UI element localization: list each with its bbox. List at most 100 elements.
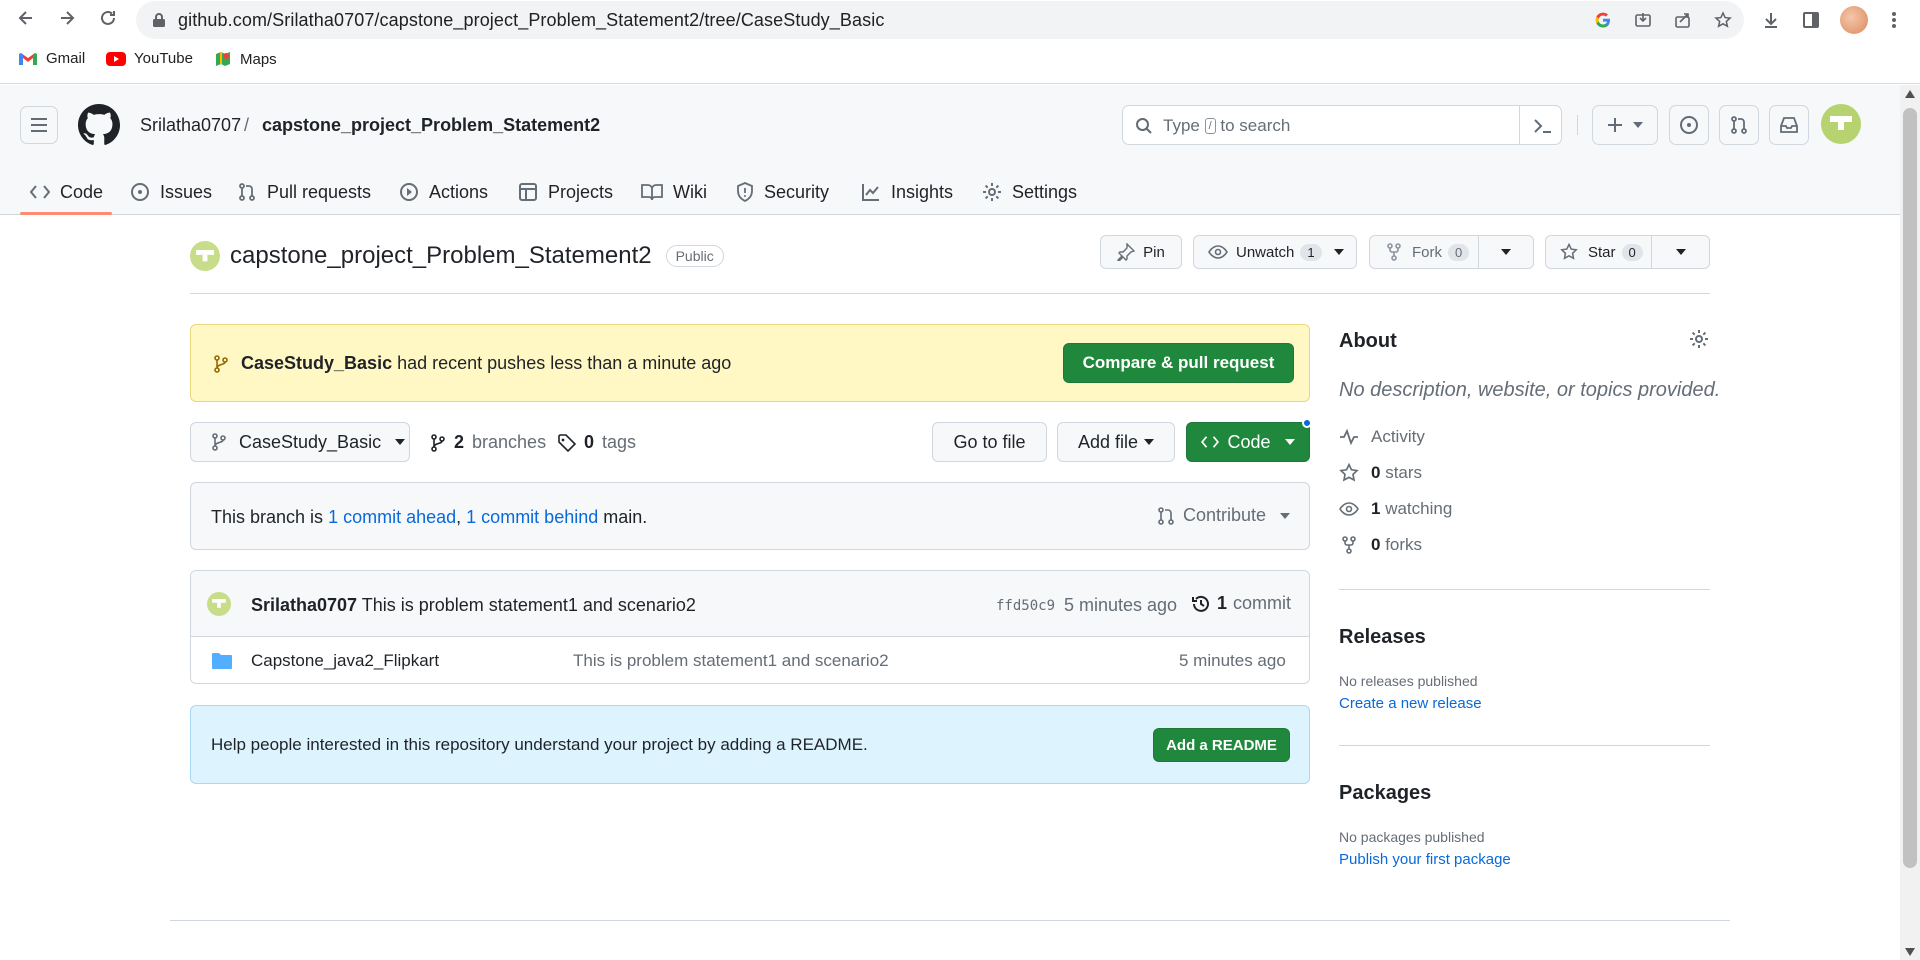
search-input[interactable]: Type / to search: [1122, 105, 1562, 145]
stars-link[interactable]: 0 stars: [1339, 463, 1422, 483]
file-name-link[interactable]: Capstone_java2_Flipkart: [251, 651, 439, 671]
google-icon[interactable]: [1592, 9, 1614, 31]
forks-link[interactable]: 0 forks: [1339, 535, 1422, 555]
add-file-button[interactable]: Add file: [1057, 422, 1175, 462]
branches-label: branches: [472, 432, 547, 452]
branches-link[interactable]: 2 branches: [430, 432, 546, 453]
star-button[interactable]: Star 0: [1545, 235, 1652, 269]
star-icon: [1339, 463, 1359, 482]
scroll-up-icon[interactable]: [1905, 90, 1915, 98]
tab-wiki[interactable]: Wiki: [641, 169, 707, 215]
create-new-button[interactable]: [1592, 105, 1658, 145]
code-icon: [30, 185, 50, 199]
scrollbar-thumb[interactable]: [1903, 108, 1917, 868]
add-readme-button[interactable]: Add a README: [1153, 728, 1290, 762]
go-to-file-button[interactable]: Go to file: [932, 422, 1047, 462]
create-release-link[interactable]: Create a new release: [1339, 695, 1482, 712]
plus-icon: [1608, 118, 1622, 132]
breadcrumb-owner[interactable]: Srilatha0707: [140, 115, 241, 136]
star-label: Star: [1588, 243, 1616, 261]
branch-selector[interactable]: CaseStudy_Basic: [190, 422, 410, 462]
tab-insights[interactable]: Insights: [861, 169, 953, 215]
releases-title[interactable]: Releases: [1339, 626, 1426, 649]
branch-compare-box: This branch is 1 commit ahead, 1 commit …: [190, 482, 1310, 550]
tab-code[interactable]: Code: [30, 169, 103, 215]
reload-icon[interactable]: [94, 4, 122, 32]
pull-requests-button[interactable]: [1719, 105, 1759, 145]
gear-icon: [983, 183, 1001, 201]
bookmark-maps[interactable]: Maps: [214, 50, 277, 68]
packages-title[interactable]: Packages: [1339, 782, 1431, 805]
bookmark-label: YouTube: [134, 50, 193, 67]
downloads-icon[interactable]: [1757, 6, 1785, 34]
unwatch-button[interactable]: Unwatch 1: [1193, 235, 1357, 269]
commits-behind-link[interactable]: 1 commit behind: [466, 507, 598, 527]
about-section: About: [1339, 330, 1397, 353]
tab-settings[interactable]: Settings: [982, 169, 1077, 215]
fork-dropdown-button[interactable]: [1478, 235, 1534, 269]
scroll-down-icon[interactable]: [1905, 948, 1915, 956]
gmail-icon: [19, 52, 37, 65]
publish-package-link[interactable]: Publish your first package: [1339, 851, 1511, 868]
commit-count-label: commit: [1233, 593, 1292, 613]
wiki-icon: [641, 184, 663, 201]
install-app-icon[interactable]: [1632, 9, 1654, 31]
search-icon: [1136, 118, 1152, 134]
watching-link[interactable]: 1 watching: [1339, 499, 1452, 519]
fork-button[interactable]: Fork 0: [1369, 235, 1479, 269]
issues-icon: [131, 183, 149, 201]
tab-security[interactable]: Security: [736, 169, 829, 215]
share-icon[interactable]: [1672, 9, 1694, 31]
repo-name[interactable]: capstone_project_Problem_Statement2: [230, 242, 652, 270]
chevron-down-icon: [1280, 512, 1291, 519]
tab-label: Actions: [429, 181, 489, 202]
compare-pull-request-button[interactable]: Compare & pull request: [1063, 343, 1294, 383]
watching-count: 1: [1371, 499, 1381, 518]
tab-actions[interactable]: Actions: [399, 169, 488, 215]
actions-icon: [400, 183, 418, 201]
gear-icon[interactable]: [1689, 329, 1709, 349]
tab-label: Wiki: [673, 181, 707, 202]
commit-sha[interactable]: ffd50c9: [996, 598, 1055, 614]
activity-link[interactable]: Activity: [1339, 427, 1425, 447]
forward-icon[interactable]: [53, 4, 81, 32]
issues-button[interactable]: [1669, 105, 1709, 145]
latest-commit-row: Srilatha0707 This is problem statement1 …: [191, 571, 1309, 637]
pull-request-icon: [1158, 506, 1174, 525]
commit-history-link[interactable]: 1 commit: [1191, 593, 1291, 614]
side-panel-icon[interactable]: [1797, 6, 1825, 34]
profile-avatar[interactable]: [1840, 6, 1868, 34]
tab-projects[interactable]: Projects: [518, 169, 613, 215]
code-dropdown-button[interactable]: Code: [1186, 422, 1310, 462]
tags-link[interactable]: 0 tags: [558, 432, 636, 453]
breadcrumb-repo[interactable]: capstone_project_Problem_Statement2: [262, 115, 600, 136]
tab-issues[interactable]: Issues: [130, 169, 212, 215]
commits-ahead-link[interactable]: 1 commit ahead: [328, 507, 456, 527]
command-palette-icon[interactable]: [1533, 117, 1553, 135]
bookmark-star-icon[interactable]: [1712, 9, 1734, 31]
commit-message[interactable]: This is problem statement1 and scenario2: [362, 595, 696, 615]
issue-icon: [1680, 116, 1698, 134]
github-logo-icon[interactable]: [78, 104, 120, 146]
tab-pull-requests[interactable]: Pull requests: [237, 169, 371, 215]
releases-section: Releases: [1339, 626, 1426, 649]
star-dropdown-button[interactable]: [1651, 235, 1710, 269]
table-row[interactable]: Capstone_java2_Flipkart This is problem …: [191, 637, 1309, 683]
inbox-button[interactable]: [1769, 105, 1809, 145]
bookmark-gmail[interactable]: Gmail: [18, 50, 85, 67]
commit-author[interactable]: Srilatha0707: [251, 595, 357, 615]
user-avatar[interactable]: [1821, 104, 1861, 144]
commit-author-avatar[interactable]: [207, 592, 231, 616]
pin-icon: [1117, 243, 1136, 261]
about-description: No description, website, or topics provi…: [1339, 379, 1721, 401]
file-commit-message[interactable]: This is problem statement1 and scenario2: [573, 651, 889, 671]
tab-label: Issues: [160, 181, 213, 202]
bookmark-youtube[interactable]: YouTube: [106, 50, 193, 67]
pin-button[interactable]: Pin: [1100, 235, 1182, 269]
menu-button[interactable]: [20, 106, 58, 144]
more-vert-icon[interactable]: [1880, 6, 1908, 34]
back-icon[interactable]: [12, 4, 40, 32]
contribute-dropdown[interactable]: Contribute: [1157, 505, 1291, 526]
address-bar[interactable]: github.com/Srilatha0707/capstone_project…: [136, 1, 1744, 39]
chevron-down-icon: [1333, 249, 1344, 255]
